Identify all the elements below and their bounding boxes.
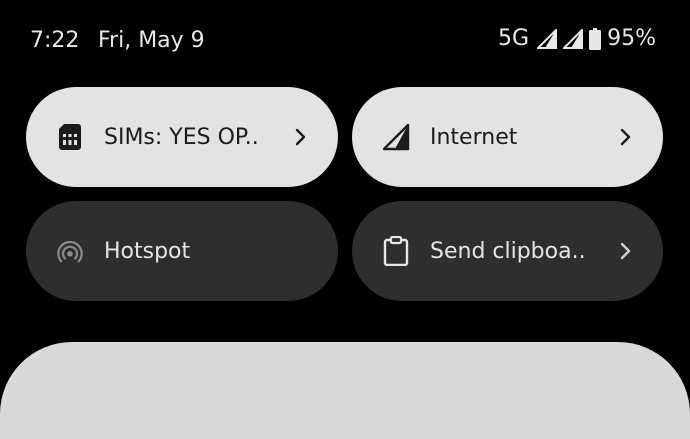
tile-send-clipboard[interactable]: Send clipboa.. xyxy=(352,201,663,301)
tile-internet[interactable]: Internet xyxy=(352,87,663,187)
battery-icon xyxy=(589,27,602,50)
signal-strength-icon xyxy=(537,28,558,49)
sim-card-icon xyxy=(56,123,84,151)
chevron-right-icon[interactable] xyxy=(290,126,312,148)
hotspot-icon xyxy=(56,237,84,265)
chevron-right-icon[interactable] xyxy=(615,126,637,148)
tile-hotspot[interactable]: Hotspot xyxy=(26,201,338,301)
quick-settings-screen: 7:22 Fri, May 9 5G 95% SIMs: YES OP.. In… xyxy=(0,0,690,439)
tile-internet-label: Internet xyxy=(430,124,518,150)
tile-sims[interactable]: SIMs: YES OP.. xyxy=(26,87,338,187)
media-panel[interactable] xyxy=(0,342,690,439)
battery-percent: 95% xyxy=(607,26,656,51)
tile-send-clipboard-label: Send clipboa.. xyxy=(430,238,586,264)
clipboard-icon xyxy=(382,236,410,266)
status-icons: 5G 95% xyxy=(498,26,656,51)
tile-hotspot-label: Hotspot xyxy=(104,238,191,264)
tile-sims-label: SIMs: YES OP.. xyxy=(104,124,259,150)
status-bar: 7:22 Fri, May 9 5G 95% xyxy=(0,0,690,80)
status-time: 7:22 xyxy=(30,28,80,53)
chevron-right-icon[interactable] xyxy=(615,240,637,262)
signal-icon xyxy=(382,123,410,151)
signal-strength-icon xyxy=(563,28,584,49)
status-date: Fri, May 9 xyxy=(98,28,205,53)
network-type-label: 5G xyxy=(498,26,530,51)
